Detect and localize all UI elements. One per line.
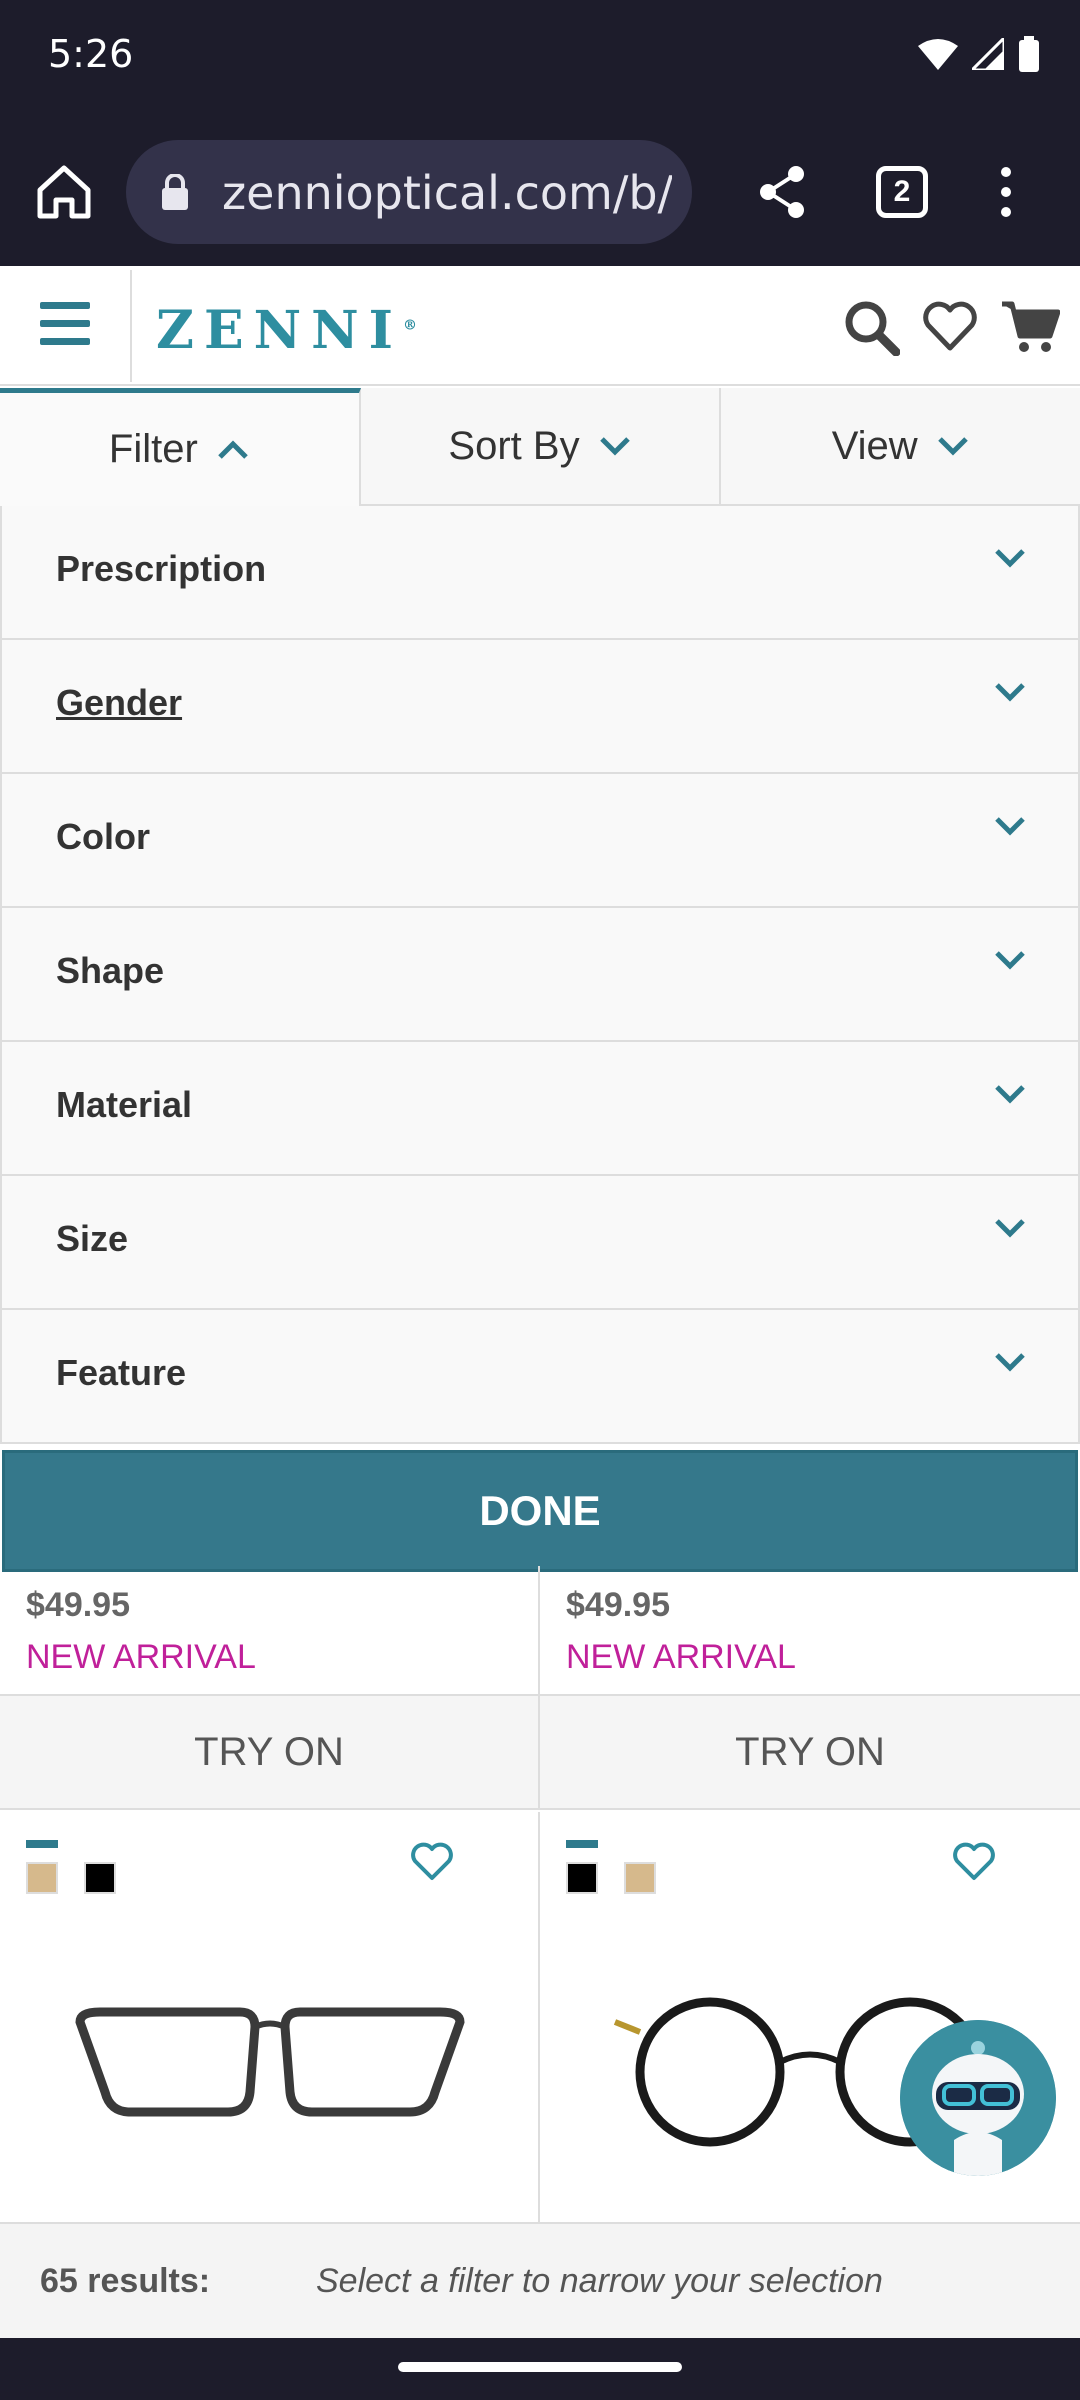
chevron-down-icon [995,549,1025,568]
selected-swatch-indicator [26,1840,58,1848]
done-button[interactable]: DONE [2,1450,1078,1572]
new-arrival-badge: NEW ARRIVAL [26,1638,256,1676]
filter-row-color[interactable]: Color [0,774,1080,908]
filter-panel: Prescription Gender Color Shape Material… [0,506,1080,1444]
product-price-block: $49.95 NEW ARRIVAL [0,1566,540,1696]
product-price: $49.95 [26,1586,130,1624]
sort-filter-bar: Filter Sort By View [0,388,1080,506]
filter-row-feature[interactable]: Feature [0,1310,1080,1444]
wishlist-heart-icon[interactable] [922,298,978,354]
color-swatch[interactable] [566,1862,598,1894]
chevron-down-icon [995,1353,1025,1372]
lock-icon [162,174,188,210]
try-on-button[interactable]: TRY ON [540,1696,1080,1810]
status-time: 5:26 [48,32,134,76]
chevron-up-icon [218,439,248,459]
selected-swatch-indicator [566,1840,598,1848]
sort-by-tab[interactable]: Sort By [360,388,722,506]
filter-tab-label: Filter [108,427,198,471]
header-icons [842,298,1060,356]
chevron-down-icon [599,437,630,456]
battery-icon [1019,36,1039,72]
tab-switcher-button[interactable]: 2 [876,166,928,218]
filter-label: Prescription [56,548,267,589]
chevron-down-icon [995,683,1025,702]
menu-icon[interactable] [40,302,90,350]
system-nav-bar [0,2338,1080,2400]
color-swatch[interactable] [624,1862,656,1894]
eyeglasses-product-image [75,2007,465,2117]
chevron-down-icon [995,1219,1025,1238]
view-tab[interactable]: View [721,388,1080,506]
product-price-block: $49.95 NEW ARRIVAL [540,1566,1080,1696]
address-bar[interactable]: zennioptical.com/b/r [126,140,692,244]
filter-row-prescription[interactable]: Prescription [0,506,1080,640]
try-on-button[interactable]: TRY ON [0,1696,540,1810]
robot-assistant-icon [900,2020,1056,2176]
view-tab-label: View [831,423,918,468]
home-gesture-bar[interactable] [398,2362,682,2372]
filter-label: Material [56,1084,193,1125]
sort-by-tab-label: Sort By [448,423,580,468]
new-arrival-badge: NEW ARRIVAL [566,1638,796,1676]
status-icons [918,36,1040,72]
favorite-heart-icon[interactable] [952,1842,996,1882]
filter-label: Color [56,816,150,857]
filter-row-gender[interactable]: Gender [0,640,1080,774]
filter-label: Feature [56,1352,187,1393]
chevron-down-icon [995,1085,1025,1104]
share-icon[interactable] [750,160,814,224]
filter-label: Gender [56,682,183,723]
chevron-down-icon [995,951,1025,970]
results-count: 65 results: [40,2262,211,2300]
cart-icon[interactable] [1000,298,1060,354]
header-divider [130,270,132,382]
product-card[interactable] [0,1812,540,2232]
filter-label: Shape [56,950,165,991]
color-swatch[interactable] [26,1862,58,1894]
results-hint: Select a filter to narrow your selection [316,2262,883,2300]
favorite-heart-icon[interactable] [410,1842,454,1882]
home-icon[interactable] [32,160,96,224]
chevron-down-icon [995,817,1025,836]
product-price: $49.95 [566,1586,670,1624]
wifi-icon [918,39,958,70]
signal-icon [972,38,1004,70]
chatbot-button[interactable] [900,2020,1056,2176]
color-swatch[interactable] [84,1862,116,1894]
url-text: zennioptical.com/b/r [222,166,672,220]
filter-row-material[interactable]: Material [0,1042,1080,1176]
browser-toolbar: zennioptical.com/b/r 2 [0,120,1080,266]
filter-tab[interactable]: Filter [0,388,361,506]
chevron-down-icon [937,437,968,456]
zenni-logo[interactable]: ZENNI® [156,300,417,361]
status-bar: 5:26 [0,0,1080,120]
filter-row-size[interactable]: Size [0,1176,1080,1310]
filter-row-shape[interactable]: Shape [0,908,1080,1042]
site-header: ZENNI® [0,266,1080,386]
results-bar: 65 results: Select a filter to narrow yo… [0,2222,1080,2338]
search-icon[interactable] [842,298,900,356]
more-options-icon[interactable] [990,160,1022,224]
web-page: ZENNI® Filter Sort By View Prescription … [0,266,1080,2338]
filter-label: Size [56,1218,129,1259]
